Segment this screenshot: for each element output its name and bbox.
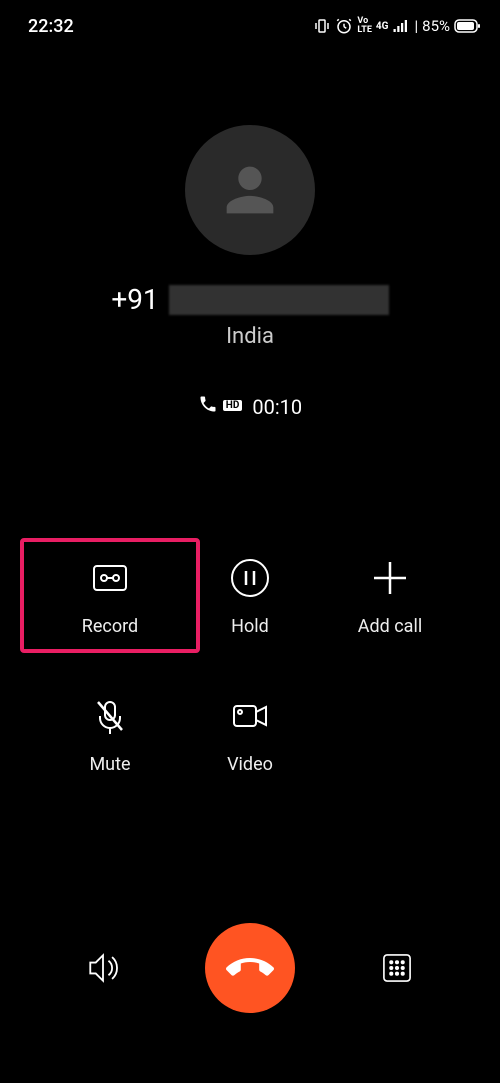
record-button[interactable]: Record (20, 538, 200, 653)
add-call-button[interactable]: Add call (320, 554, 460, 637)
add-call-label: Add call (358, 616, 422, 637)
end-call-button[interactable] (205, 923, 295, 1013)
end-call-icon (226, 944, 274, 992)
mute-button[interactable]: Mute (40, 692, 180, 775)
video-button[interactable]: Video (180, 692, 320, 775)
status-icons: VoLTE 4G | 85% (313, 17, 480, 35)
call-timer: HD 00:10 (0, 394, 500, 419)
mute-icon (86, 692, 134, 740)
hd-call-icon: HD (198, 394, 243, 419)
network-icon: 4G (376, 21, 389, 32)
bottom-bar (0, 923, 500, 1013)
avatar-container (0, 125, 500, 255)
alarm-icon (335, 17, 353, 35)
video-label: Video (227, 754, 273, 775)
person-icon (215, 155, 285, 225)
speaker-icon (83, 948, 123, 988)
plus-icon (366, 554, 414, 602)
vibrate-icon (313, 17, 331, 35)
volte-icon: VoLTE (357, 17, 372, 35)
dialpad-icon (379, 950, 415, 986)
status-bar: 22:32 VoLTE 4G | 85% (0, 0, 500, 40)
location-label: India (0, 324, 500, 349)
signal-icon (392, 17, 410, 35)
hold-label: Hold (231, 616, 269, 637)
battery-icon (454, 19, 480, 33)
battery-text: 85% (422, 17, 450, 35)
speaker-button[interactable] (79, 944, 127, 992)
avatar (185, 125, 315, 255)
separator-icon: | (414, 17, 418, 35)
phone-number: +91 (0, 283, 500, 316)
dialpad-button[interactable] (373, 944, 421, 992)
video-icon (226, 692, 274, 740)
hold-icon (226, 554, 274, 602)
record-icon (86, 554, 134, 602)
call-actions-grid: Record Hold Add call Mute Video (0, 554, 500, 775)
hold-button[interactable]: Hold (180, 554, 320, 637)
status-time: 22:32 (28, 16, 74, 37)
duration-text: 00:10 (252, 395, 302, 419)
record-label: Record (82, 616, 138, 637)
redacted-number (169, 285, 389, 315)
mute-label: Mute (89, 754, 130, 775)
country-code: +91 (111, 283, 158, 316)
